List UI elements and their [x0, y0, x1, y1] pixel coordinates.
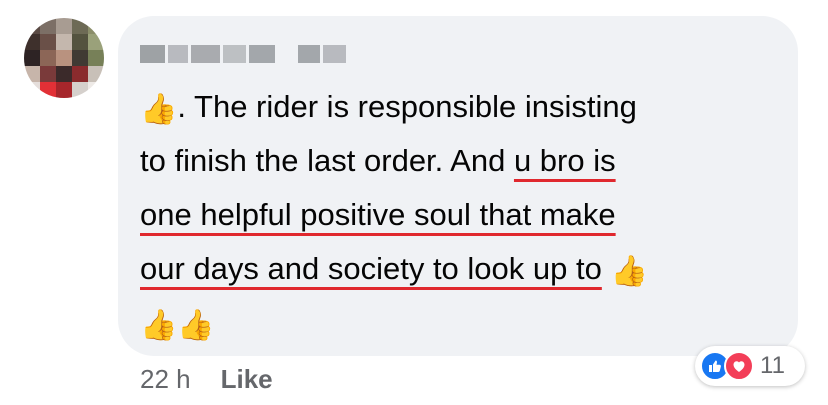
like-button[interactable]: Like	[221, 364, 273, 395]
comment-meta: 22 h Like	[140, 364, 273, 395]
comment-avatar[interactable]	[24, 18, 104, 98]
comment-line-2: to finish the last order. And u bro is	[140, 143, 616, 178]
thumbs-up-emoji-icon: 👍	[610, 255, 648, 288]
underlined-text: one helpful positive soul that make	[140, 197, 616, 232]
comment-line-5: 👍👍	[140, 296, 780, 350]
thumbs-up-emoji-icon: 👍	[140, 93, 178, 126]
comment-text: 👍. The rider is responsible insisting to…	[140, 80, 780, 350]
underlined-text: u bro is	[513, 143, 616, 178]
reaction-count: 11	[760, 352, 785, 379]
love-icon	[724, 351, 754, 381]
comment-line-3: one helpful positive soul that make	[140, 188, 780, 242]
comment-line-4: our days and society to look up to 👍	[140, 242, 780, 296]
reaction-summary[interactable]: 11	[695, 346, 805, 386]
author-name-blurred[interactable]	[140, 42, 346, 66]
thumbs-up-emoji-icon: 👍👍	[140, 309, 215, 342]
underlined-text: our days and society to look up to	[140, 251, 602, 286]
comment-timestamp[interactable]: 22 h	[140, 364, 191, 395]
comment-line-1: 👍. The rider is responsible insisting	[140, 89, 637, 126]
